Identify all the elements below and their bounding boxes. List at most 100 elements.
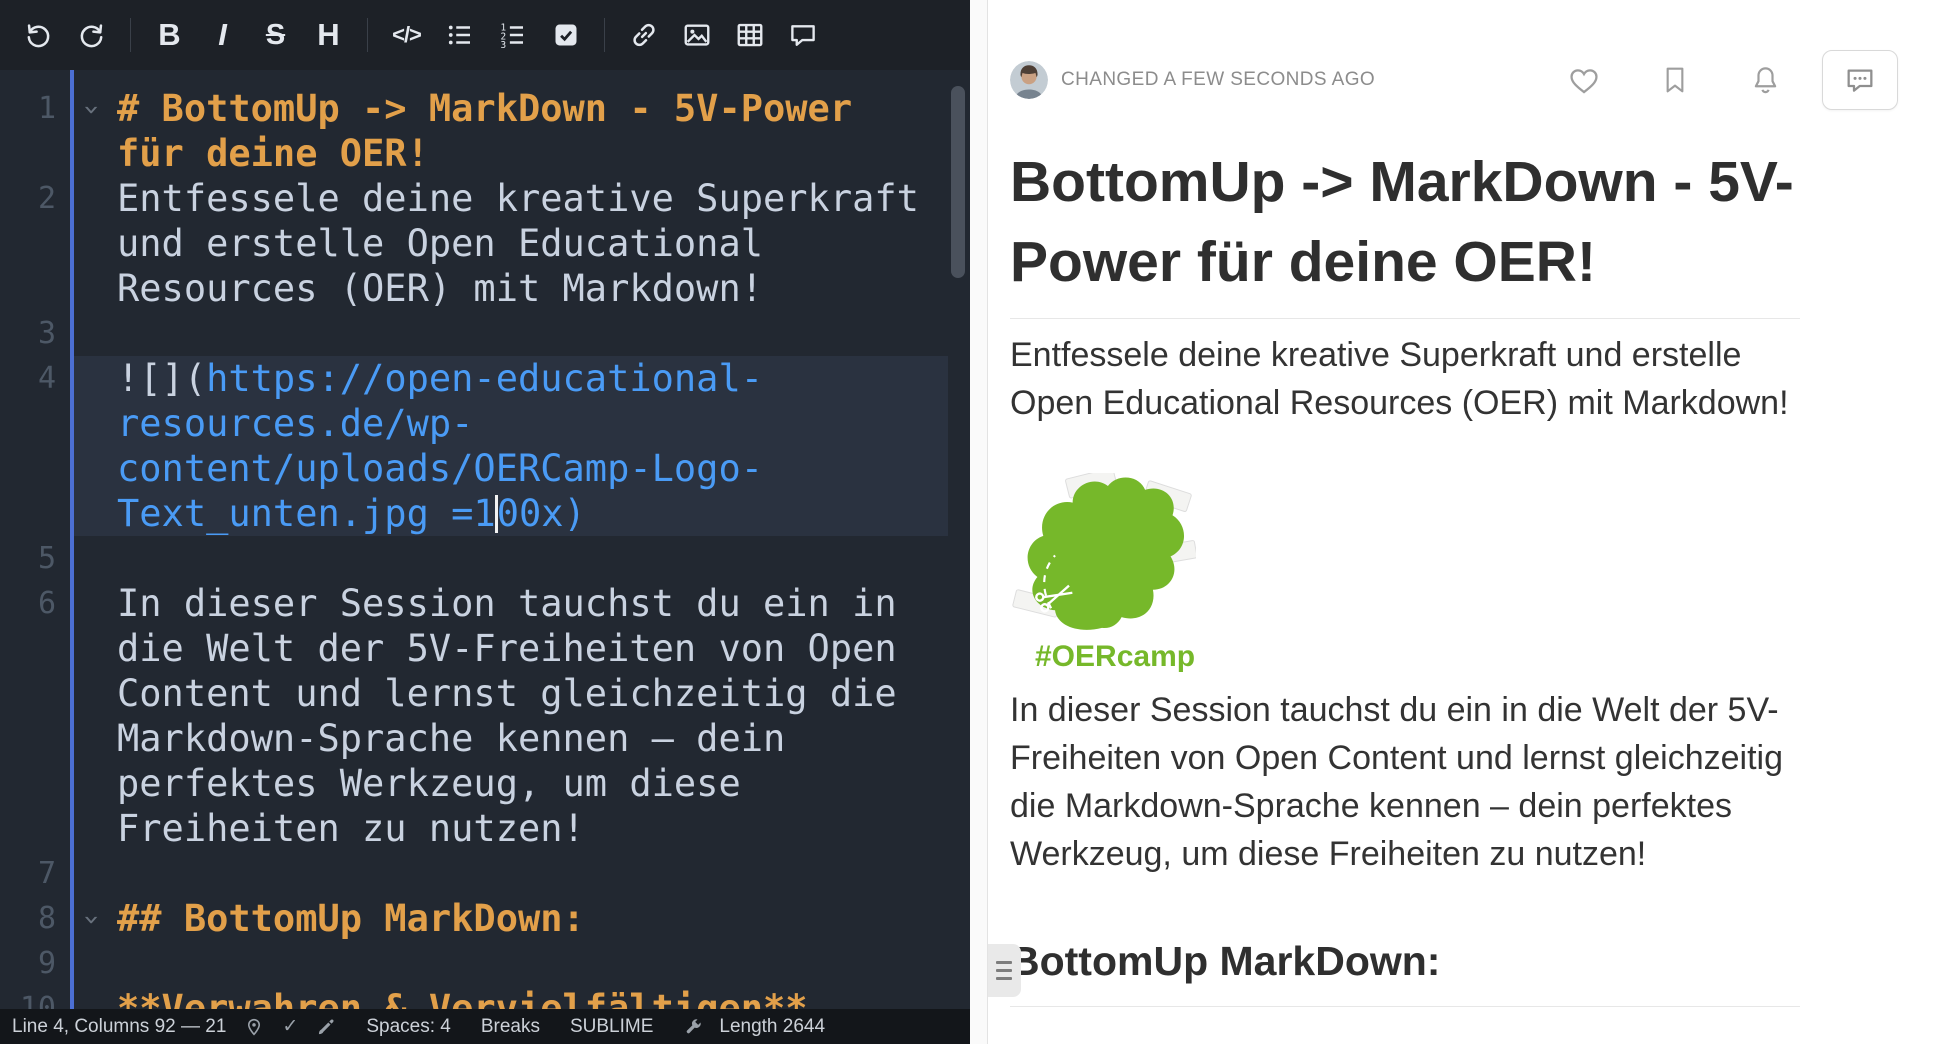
line-number: 1	[0, 86, 56, 176]
toolbar-divider	[604, 18, 605, 52]
editor-line-text	[117, 311, 937, 356]
code-span: # BottomUp -> MarkDown - 5V-Power für de…	[117, 87, 874, 175]
editor-line-text	[117, 536, 937, 581]
markdown-editor-app: B I S H </> 123	[0, 0, 1938, 1044]
code-span: ![](	[117, 357, 206, 400]
table-icon	[735, 20, 765, 50]
bold-button[interactable]: B	[143, 0, 196, 70]
logo-caption: #OERcamp	[1035, 640, 1200, 674]
bullet-list-button[interactable]	[433, 0, 486, 70]
fold-gutter	[56, 941, 117, 986]
user-avatar[interactable]	[1010, 61, 1048, 99]
doc-length-text: Length 2644	[719, 1016, 825, 1038]
keymap-setting[interactable]: SUBLIME	[570, 1016, 653, 1038]
oercamp-logo-image: #OERcamp	[1010, 473, 1200, 674]
fold-toggle[interactable]: ›	[56, 896, 117, 941]
editor-line-text: In dieser Session tauchst du ein in die …	[117, 581, 937, 851]
numbered-list-button[interactable]: 123	[486, 0, 539, 70]
split-handle[interactable]	[988, 944, 1021, 997]
preview-pane: CHANGED A FEW SECONDS AGO	[988, 0, 1938, 1044]
comments-panel-button[interactable]	[1822, 50, 1898, 110]
cursor-position-text: Line 4, Columns 92 — 21	[12, 1016, 226, 1038]
numbered-list-icon: 123	[498, 20, 528, 50]
heading-icon: H	[317, 17, 339, 53]
insert-image-button[interactable]	[670, 0, 723, 70]
code-button[interactable]: </>	[380, 0, 433, 70]
chevron-down-icon: ›	[76, 911, 109, 928]
code-span: https://open-educational-resources.de/wp…	[117, 357, 763, 535]
bold-icon: B	[158, 17, 180, 53]
fold-toggle[interactable]: ›	[56, 86, 117, 176]
line-number: 9	[0, 941, 56, 986]
bell-icon	[1749, 64, 1782, 97]
redo-button[interactable]	[65, 0, 118, 70]
fold-gutter	[56, 356, 117, 536]
editor-line-text: ## BottomUp MarkDown:	[117, 896, 937, 941]
fold-gutter	[56, 311, 117, 356]
comment-button[interactable]	[776, 0, 829, 70]
like-button[interactable]	[1567, 63, 1601, 97]
editor-line[interactable]: 10**Verwahren & Vervielfältigen**	[0, 986, 970, 1009]
editor-line[interactable]: 4![](https://open-educational-resources.…	[0, 356, 970, 536]
statusbar: Line 4, Columns 92 — 21 ✓ Spaces: 4 Brea…	[0, 1009, 970, 1044]
handle-bar	[996, 977, 1012, 980]
fold-gutter	[56, 536, 117, 581]
oercamp-flame-graphic	[1010, 473, 1196, 633]
undo-icon	[24, 21, 53, 50]
wrench-icon[interactable]	[683, 1017, 703, 1037]
linebreaks-setting[interactable]: Breaks	[481, 1016, 540, 1038]
fold-gutter	[56, 986, 117, 1009]
bookmark-button[interactable]	[1659, 64, 1691, 96]
comment-icon	[788, 20, 818, 50]
line-number: 8	[0, 896, 56, 941]
gutter-accent-line	[70, 70, 74, 1009]
code-editor[interactable]: 1›# BottomUp -> MarkDown - 5V-Power für …	[0, 70, 970, 1009]
section-heading: BottomUp MarkDown:	[1010, 934, 1800, 1007]
heading-button[interactable]: H	[302, 0, 355, 70]
last-changed-text: CHANGED A FEW SECONDS AGO	[1061, 69, 1375, 91]
text-cursor	[495, 495, 498, 533]
line-number: 2	[0, 176, 56, 311]
pane-split-divider[interactable]	[970, 0, 988, 1044]
handle-bar	[996, 969, 1012, 972]
chat-bubble-icon	[1844, 64, 1876, 96]
editor-line[interactable]: 3	[0, 311, 970, 356]
editor-toolbar: B I S H </> 123	[0, 0, 970, 70]
bookmark-icon	[1659, 64, 1691, 96]
italic-icon: I	[218, 17, 227, 53]
preview-header: CHANGED A FEW SECONDS AGO	[988, 0, 1938, 110]
bullet-list-icon	[445, 20, 475, 50]
strikethrough-icon: S	[266, 19, 285, 52]
editor-scrollbar-thumb[interactable]	[951, 86, 965, 278]
editor-line-text: **Verwahren & Vervielfältigen**	[117, 986, 937, 1009]
undo-button[interactable]	[12, 0, 65, 70]
editor-line[interactable]: 5	[0, 536, 970, 581]
italic-button[interactable]: I	[196, 0, 249, 70]
editor-line[interactable]: 7	[0, 851, 970, 896]
strikethrough-button[interactable]: S	[249, 0, 302, 70]
redo-icon	[77, 21, 106, 50]
editor-line[interactable]: 6In dieser Session tauchst du ein in die…	[0, 581, 970, 851]
brush-icon[interactable]	[316, 1017, 336, 1037]
spaces-setting[interactable]: Spaces: 4	[366, 1016, 451, 1038]
editor-line[interactable]: 8 › ## BottomUp MarkDown:	[0, 896, 970, 941]
editor-line[interactable]: 9	[0, 941, 970, 986]
image-icon	[682, 20, 712, 50]
toolbar-divider	[130, 18, 131, 52]
toolbar-divider	[367, 18, 368, 52]
check-list-button[interactable]	[539, 0, 592, 70]
pin-icon[interactable]	[244, 1017, 264, 1037]
insert-table-button[interactable]	[723, 0, 776, 70]
insert-link-button[interactable]	[617, 0, 670, 70]
subscribe-button[interactable]	[1749, 64, 1782, 97]
editor-line[interactable]: 1›# BottomUp -> MarkDown - 5V-Power für …	[0, 86, 970, 176]
intro-parag: Entfessele deine kreative Superkraft und…	[1010, 331, 1800, 427]
code-span: Entfessele deine kreative Superkraft und…	[117, 177, 941, 310]
check-icon[interactable]: ✓	[282, 1015, 298, 1038]
code-span: ## BottomUp MarkDown:	[117, 897, 585, 940]
heart-icon	[1567, 63, 1601, 97]
session-parag: In dieser Session tauchst du ein in die …	[1010, 686, 1800, 878]
svg-text:3: 3	[500, 40, 506, 50]
editor-line[interactable]: 2 Entfessele deine kreative Superkraft un…	[0, 176, 970, 311]
rendered-markdown: BottomUp -> MarkDown - 5V-Power für dein…	[988, 142, 1800, 1007]
